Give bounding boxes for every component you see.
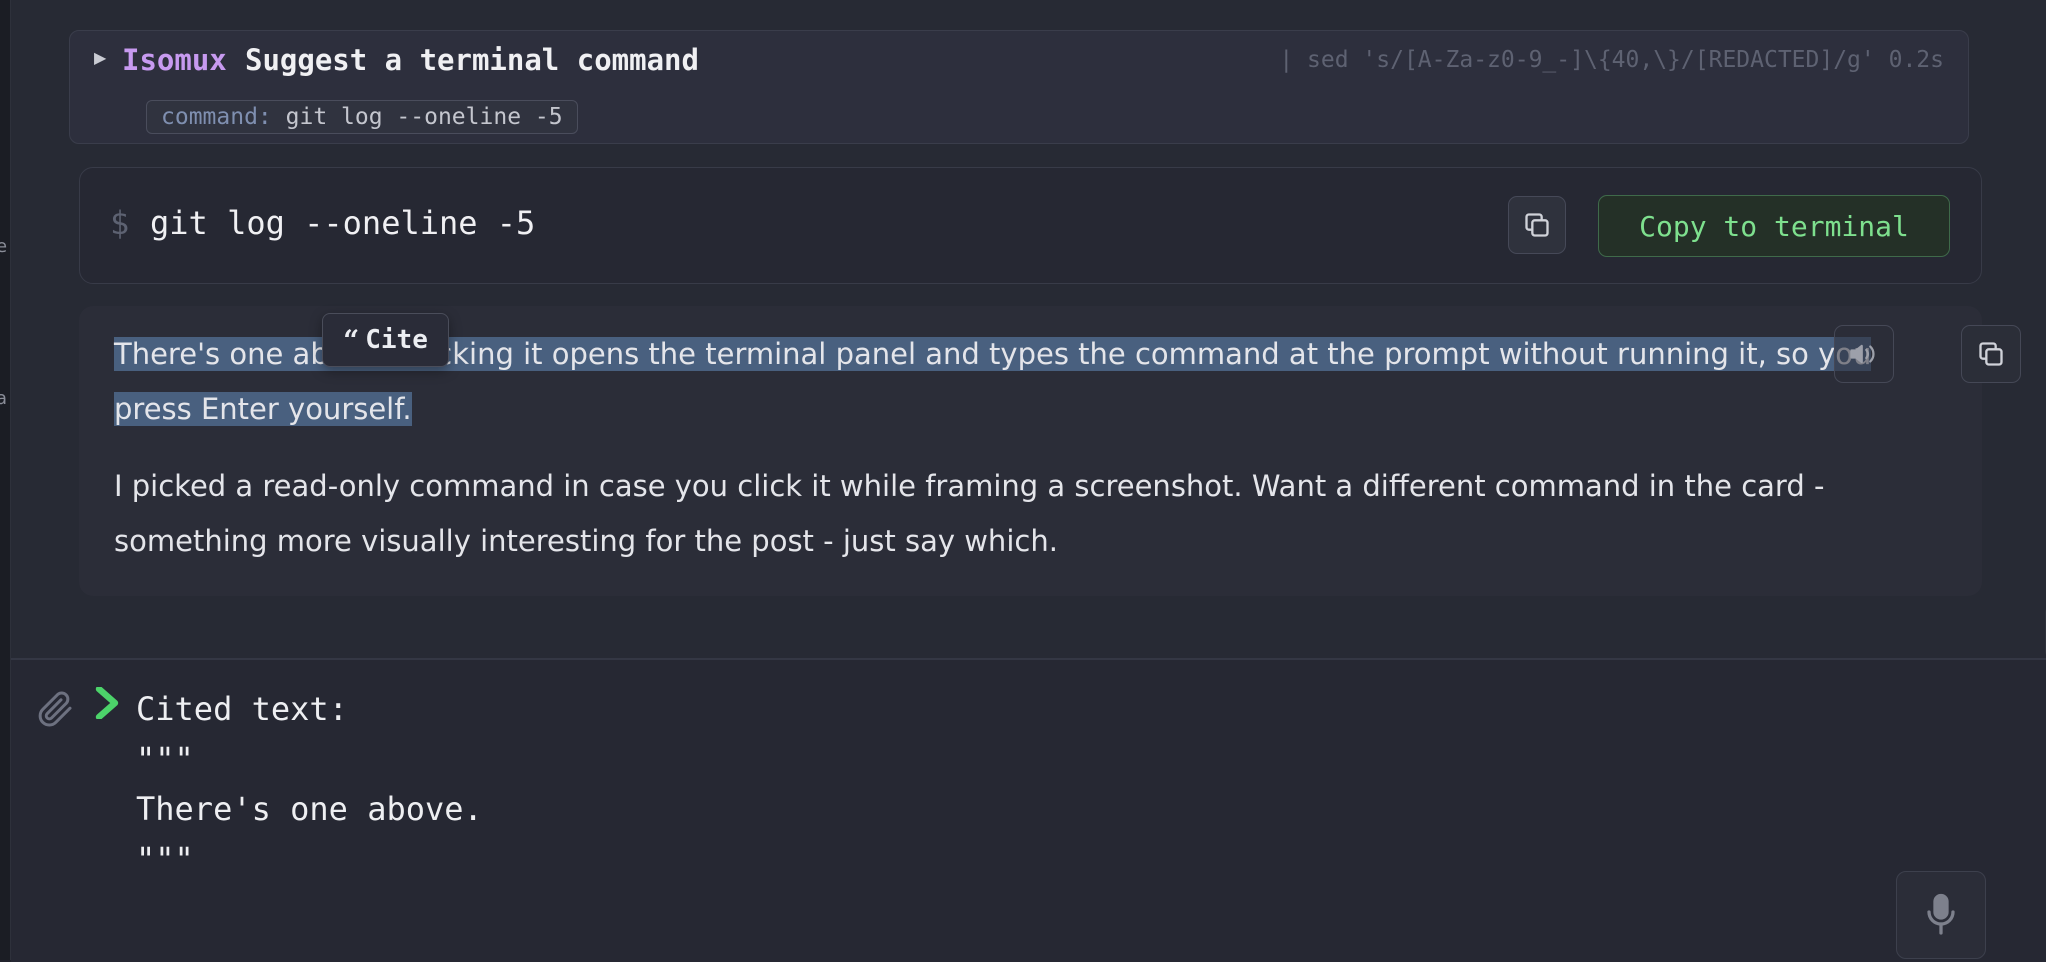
cite-button[interactable]: “ Cite <box>322 313 449 367</box>
copy-icon <box>1525 213 1549 237</box>
tool-call-card[interactable]: ▶ Isomux Suggest a terminal command | se… <box>69 30 1969 144</box>
speaker-icon <box>1850 344 1875 364</box>
assistant-message: There's one above. Clicking it opens the… <box>79 306 2021 596</box>
message-input[interactable]: Cited text: """ There's one above. """ <box>136 684 483 884</box>
paperclip-icon <box>38 691 72 727</box>
quote-icon: “ <box>343 323 360 357</box>
chevron-right-icon <box>95 685 119 723</box>
argument-key: command: <box>161 104 272 130</box>
chat-transcript[interactable]: ▶ Isomux Suggest a terminal command | se… <box>11 0 2046 658</box>
microphone-icon <box>1927 893 1955 935</box>
message-input-area[interactable]: Cited text: """ There's one above. """ <box>11 658 2046 962</box>
attach-button[interactable] <box>35 687 75 735</box>
argument-value: git log --oneline -5 <box>285 104 563 130</box>
voice-input-button[interactable] <box>1896 871 1986 959</box>
tool-title: Suggest a terminal command <box>245 43 699 77</box>
cite-label: Cite <box>365 325 428 355</box>
left-panel-edge: e a l <box>0 0 11 960</box>
read-aloud-button[interactable] <box>1834 325 1894 383</box>
prompt-symbol: $ <box>110 204 130 242</box>
tool-piped-command: | sed 's/[A-Za-z0-9_-]\{40,\}/[REDACTED]… <box>1279 47 1944 73</box>
suggested-command: git log --oneline -5 <box>150 204 536 242</box>
command-card: $ git log --oneline -5 Copy to terminal <box>79 167 1982 284</box>
copy-command-button[interactable] <box>1508 196 1566 254</box>
tool-name: Isomux <box>122 43 227 77</box>
message-paragraph: I picked a read-only command in case you… <box>114 469 1825 558</box>
copy-message-button[interactable] <box>1961 325 2021 383</box>
play-triangle-icon[interactable]: ▶ <box>94 48 106 67</box>
copy-to-terminal-button[interactable]: Copy to terminal <box>1598 195 1950 257</box>
copy-icon <box>1979 342 2003 366</box>
tool-argument-chip: command: git log --oneline -5 <box>146 100 578 134</box>
